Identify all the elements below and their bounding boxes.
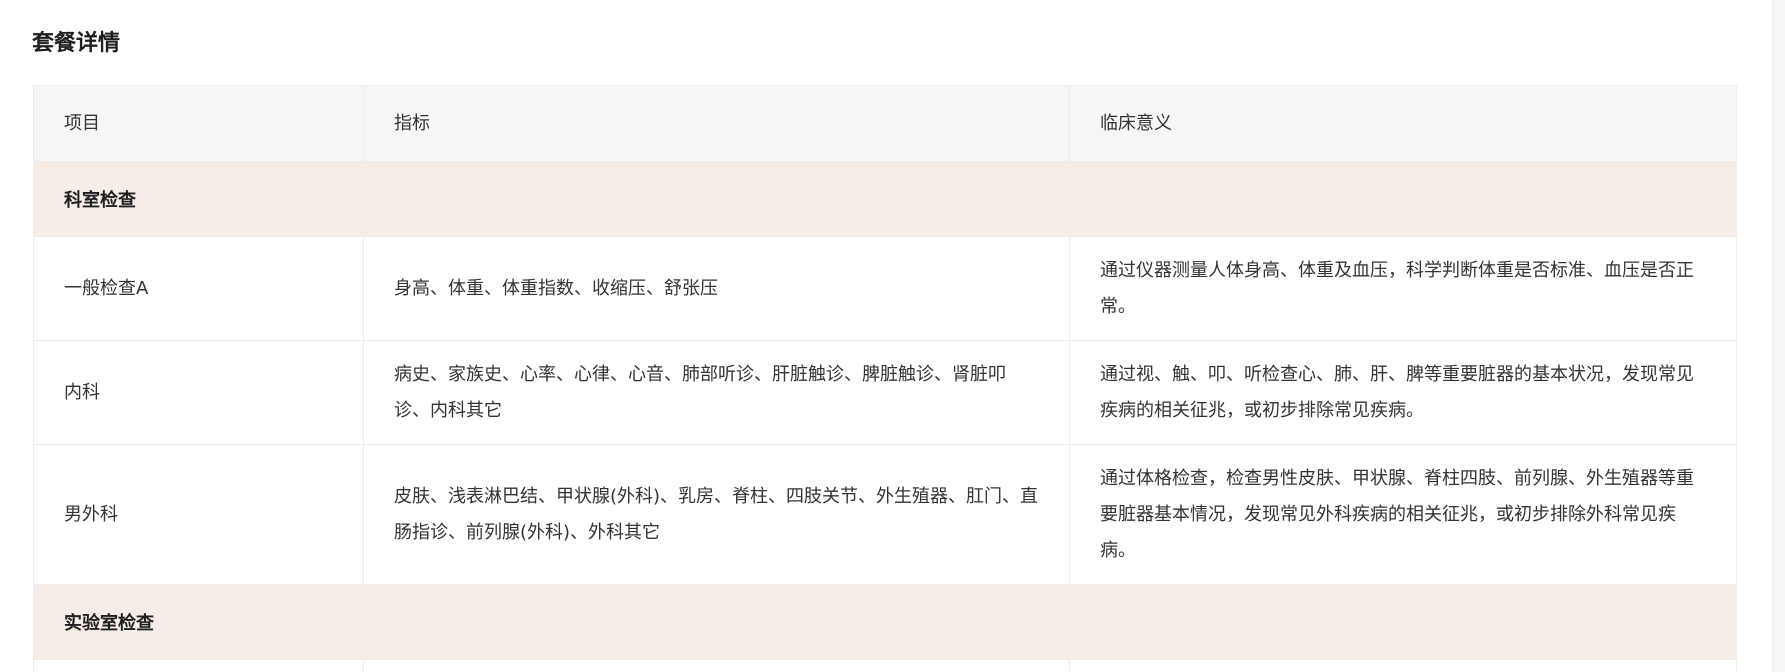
row-indicator: 身高、体重、体重指数、收缩压、舒张压 bbox=[364, 237, 1070, 340]
category-row-lab: 实验室检查 bbox=[34, 585, 1736, 660]
row-item: 内科 bbox=[34, 341, 364, 444]
table-row: 内科 病史、家族史、心率、心律、心音、肺部听诊、肝脏触诊、脾脏触诊、肾脏叩诊、内… bbox=[34, 341, 1736, 445]
vertical-scrollbar[interactable] bbox=[1772, 0, 1785, 672]
page: 套餐详情 项目 指标 临床意义 科室检查 一般检查A 身高、体重、体重指数、收缩… bbox=[0, 0, 1785, 672]
table-row: 男外科 皮肤、浅表淋巴结、甲状腺(外科)、乳房、脊柱、四肢关节、外生殖器、肛门、… bbox=[34, 445, 1736, 585]
row-meaning: 通过视、触、叩、听检查心、肺、肝、脾等重要脏器的基本状况，发现常见疾病的相关征兆… bbox=[1100, 363, 1694, 421]
row-indicator bbox=[364, 660, 1070, 672]
category-label: 实验室检查 bbox=[64, 613, 154, 634]
category-row-dept: 科室检查 bbox=[34, 162, 1736, 237]
package-detail-table: 项目 指标 临床意义 科室检查 一般检查A 身高、体重、体重指数、收缩压、舒张压… bbox=[33, 85, 1737, 672]
table-row-partial bbox=[34, 660, 1736, 672]
header-clinical-meaning: 临床意义 bbox=[1100, 112, 1172, 134]
row-item bbox=[34, 660, 364, 672]
row-meaning: 通过体格检查，检查男性皮肤、甲状腺、脊柱四肢、前列腺、外生殖器等重要脏器基本情况… bbox=[1100, 467, 1694, 561]
header-item: 项目 bbox=[34, 86, 364, 161]
row-meaning: 通过仪器测量人体身高、体重及血压，科学判断体重是否标准、血压是否正常。 bbox=[1100, 259, 1694, 317]
row-indicator: 病史、家族史、心率、心律、心音、肺部听诊、肝脏触诊、脾脏触诊、肾脏叩诊、内科其它 bbox=[364, 341, 1070, 444]
section-title: 套餐详情 bbox=[32, 31, 121, 56]
header-indicator: 指标 bbox=[364, 86, 1070, 161]
table-row: 一般检查A 身高、体重、体重指数、收缩压、舒张压 通过仪器测量人体身高、体重及血… bbox=[34, 237, 1736, 341]
table-header-row: 项目 指标 临床意义 bbox=[34, 86, 1736, 162]
row-meaning bbox=[1070, 660, 1736, 672]
category-label: 科室检查 bbox=[64, 190, 136, 211]
row-indicator: 皮肤、浅表淋巴结、甲状腺(外科)、乳房、脊柱、四肢关节、外生殖器、肛门、直肠指诊… bbox=[364, 445, 1070, 584]
row-item: 男外科 bbox=[34, 445, 364, 584]
row-item: 一般检查A bbox=[34, 237, 364, 340]
